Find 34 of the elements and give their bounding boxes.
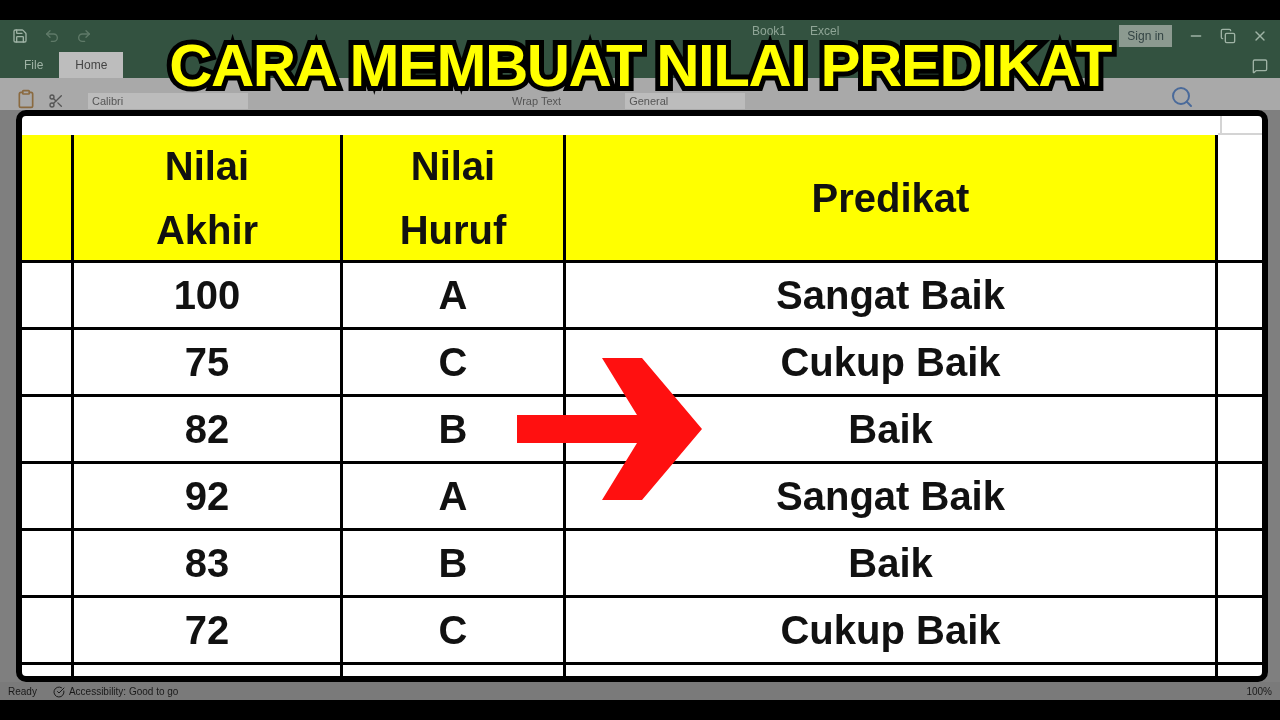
sign-in-button[interactable]: Sign in [1119,25,1172,47]
font-field[interactable]: Calibri [88,92,248,109]
table-cell: B [343,531,566,595]
table-cell: Baik [566,531,1218,595]
comment-icon[interactable] [1252,58,1268,74]
table-cell: C [343,598,566,662]
ribbon-tab[interactable]: File [12,52,56,78]
arrow-icon [517,358,702,500]
table-cell: 75 [74,330,343,394]
ribbon-tab[interactable]: Home [59,52,124,78]
table-cell: Sangat Baik [566,263,1218,327]
table-cell: 82 [74,397,343,461]
table-cell: 92 [74,464,343,528]
restore-icon[interactable] [1220,28,1236,44]
redo-icon[interactable] [76,28,92,44]
accessibility-status[interactable]: Accessibility: Good to go [52,684,179,699]
header-cell: Predikat [566,135,1218,260]
table-cell: Cukup Baik [566,598,1218,662]
search-icon[interactable] [1170,85,1194,109]
header-cell: Nilai Akhir [74,135,343,260]
table-cell: A [343,464,566,528]
table-cell: 83 [74,531,343,595]
header-cell: Nilai Huruf [343,135,566,260]
status-text: Ready [8,685,37,699]
zoom-level[interactable]: 100% [1246,684,1272,699]
table-cell: A [343,263,566,327]
save-icon[interactable] [12,28,28,44]
table-cell: C [343,330,566,394]
clipboard-icon[interactable] [16,89,36,109]
table-cell: 100 [74,263,343,327]
undo-icon[interactable] [44,28,60,44]
check-icon [52,685,65,698]
scissors-icon[interactable] [48,93,64,109]
table-cell: 72 [74,598,343,662]
